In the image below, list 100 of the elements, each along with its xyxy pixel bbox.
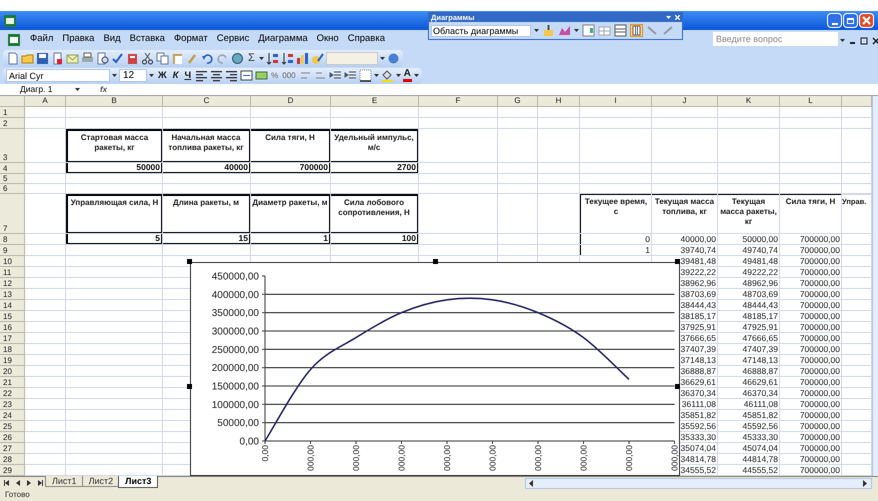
sheet-tab[interactable]: Лист3 [118,476,158,488]
scroll-right-icon[interactable] [862,480,868,487]
sheet-tab[interactable]: Лист2 [82,476,120,487]
caret-icon[interactable] [112,74,117,77]
row-header[interactable]: 6 [0,184,25,194]
resize-handle[interactable] [187,259,192,264]
caret-icon[interactable] [374,74,379,77]
borders-icon[interactable] [358,69,372,82]
first-sheet-icon[interactable] [4,480,10,486]
row-header[interactable]: 20 [0,366,25,377]
row-header[interactable]: 13 [0,289,25,300]
row-header[interactable]: 23 [0,399,25,410]
row-header[interactable]: 29 [0,465,25,476]
minimize-button[interactable] [827,13,842,28]
column-header[interactable]: H [538,96,580,107]
sort-ascending-icon[interactable] [266,52,279,64]
bold-button[interactable]: Ж [156,70,169,80]
last-sheet-icon[interactable] [37,480,43,486]
row-header[interactable]: 7 [0,194,25,234]
menu-item[interactable]: Файл [30,32,54,47]
chart-element-field[interactable]: Область диаграммы [431,24,531,36]
function-button[interactable]: fx [100,86,108,94]
fill-bucket-icon[interactable] [380,69,394,82]
column-header[interactable]: K [718,96,780,107]
row-header[interactable]: 8 [0,234,25,245]
column-header[interactable]: B [66,96,163,107]
caret-icon[interactable] [380,56,385,60]
menu-item[interactable]: Вставка [130,32,165,47]
caret-icon[interactable] [149,74,154,77]
row-header[interactable]: 14 [0,300,25,311]
drawing-tools-icon[interactable] [310,52,324,64]
align-right-icon[interactable] [225,69,238,82]
menu-item[interactable]: Диаграмма [258,32,308,47]
row-header[interactable]: 24 [0,410,25,421]
folder-icon[interactable] [21,52,34,64]
vertical-scrollbar[interactable] [872,96,878,476]
print-preview-icon[interactable] [96,52,109,64]
sheet-tab[interactable]: Лист1 [45,476,84,487]
row-header[interactable]: 9 [0,245,25,256]
menu-item[interactable]: Справка [348,32,385,47]
column-header[interactable]: I [580,96,652,107]
close-button[interactable] [859,13,874,28]
menu-item[interactable]: Формат [174,32,208,47]
italic-button[interactable]: К [170,70,180,80]
column-header[interactable]: G [498,96,538,107]
menu-item[interactable]: Окно [316,32,339,47]
row-header[interactable]: 1 [0,107,25,118]
row-header[interactable]: 2 [0,118,25,129]
spreadsheet-icon[interactable] [4,14,16,26]
row-header[interactable]: 4 [0,163,25,174]
help-search-field[interactable]: Введите вопрос [713,32,838,46]
by-row-icon[interactable] [614,24,627,37]
row-header[interactable]: 11 [0,267,25,278]
sort-descending-icon[interactable] [280,52,294,64]
restore-icon[interactable] [860,36,868,45]
zoom-field[interactable] [326,52,378,64]
column-header[interactable]: F [419,96,498,107]
thousands-button[interactable]: 000 [281,72,297,80]
checkmark-icon[interactable] [111,52,124,64]
caret-icon[interactable] [74,88,80,91]
menu-item[interactable]: Сервис [216,32,250,47]
row-header[interactable]: 18 [0,344,25,355]
bar-chart-icon[interactable] [296,52,309,64]
row-header[interactable]: 5 [0,174,25,184]
caret-icon[interactable] [414,74,419,77]
row-header[interactable]: 12 [0,278,25,289]
row-header[interactable]: 27 [0,443,25,454]
font-field[interactable]: Arial Cyr [6,69,110,82]
caret-icon[interactable] [840,39,845,42]
row-header[interactable]: 25 [0,421,25,432]
row-header[interactable]: 21 [0,377,25,388]
next-sheet-icon[interactable] [26,480,32,486]
undo-icon[interactable] [201,52,214,64]
row-header[interactable]: 28 [0,454,25,465]
column-header[interactable]: A [25,96,66,107]
column-header[interactable]: D [251,96,331,107]
column-header[interactable]: L [780,96,842,107]
scroll-left-icon[interactable] [528,480,534,487]
percent-button[interactable]: % [270,72,280,80]
document-icon[interactable] [6,52,19,64]
scissors-icon[interactable] [141,52,154,64]
format-icon[interactable] [542,24,555,37]
column-header[interactable]: E [331,96,419,107]
caret-icon[interactable] [258,56,264,60]
menu-item[interactable]: Вид [103,32,121,47]
by-column-icon[interactable] [630,24,643,37]
row-header[interactable]: 10 [0,256,25,267]
resize-handle[interactable] [675,259,680,264]
printer-icon[interactable] [81,52,94,64]
column-header[interactable]: J [652,96,718,107]
row-header[interactable]: 16 [0,322,25,333]
horizontal-scrollbar[interactable] [525,478,872,489]
spreadsheet-icon[interactable] [8,34,20,46]
row-header[interactable]: 26 [0,432,25,443]
resize-handle[interactable] [187,384,192,389]
clipboard-icon[interactable] [171,52,184,64]
row-header[interactable]: 3 [0,129,25,163]
autosum-button[interactable]: Σ [246,52,257,64]
row-header[interactable]: 19 [0,355,25,366]
font-size-field[interactable]: 12 [119,69,147,82]
